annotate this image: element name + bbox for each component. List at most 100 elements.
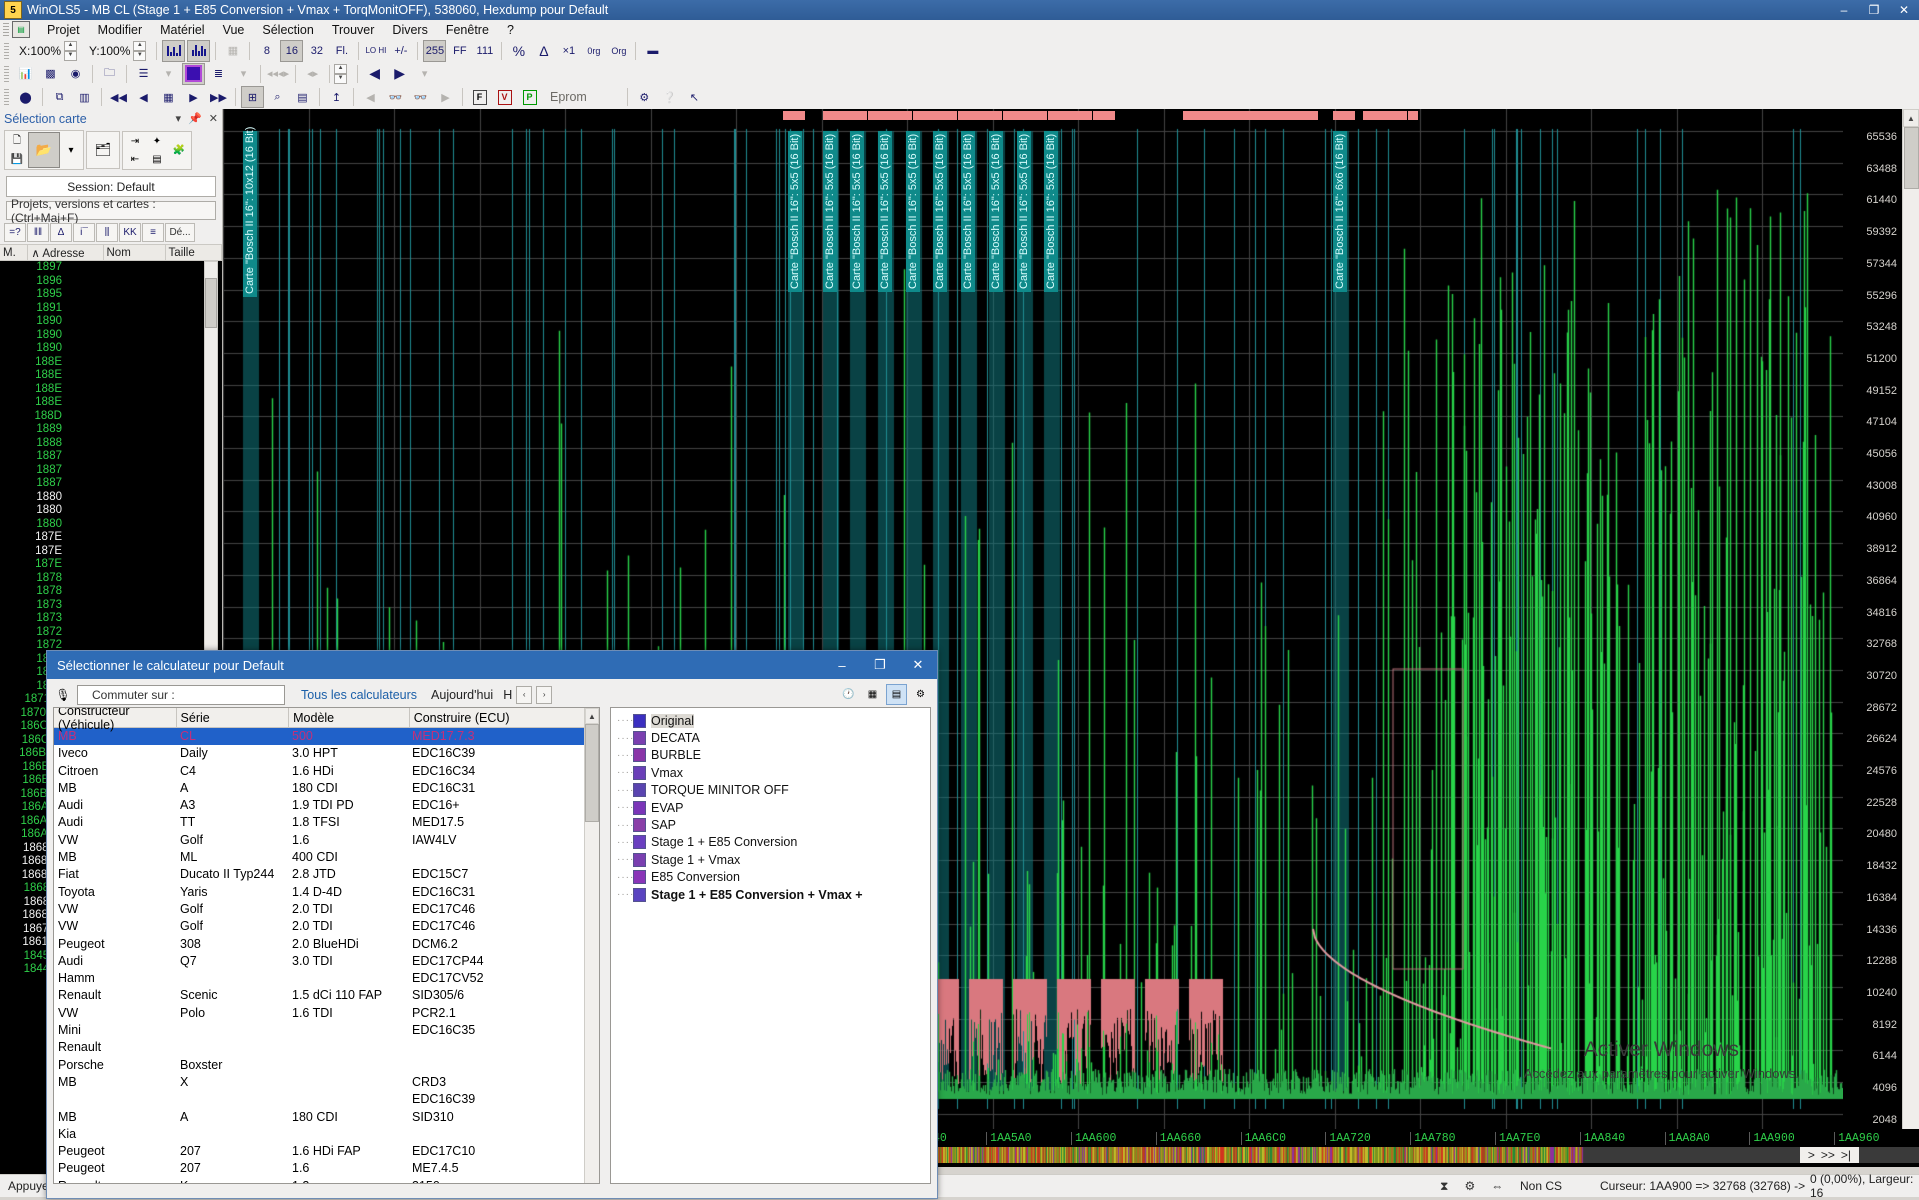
ecu-table-row[interactable]: MB A 180 CDI EDC16C31 xyxy=(54,780,599,797)
nav-next-icon[interactable]: > xyxy=(1808,1148,1815,1162)
map-region-label[interactable]: Carte "Bosch II 16": 5x5 (16 Bit) xyxy=(788,131,802,292)
lohi-button[interactable]: LO HI xyxy=(364,40,387,62)
map-region-label[interactable]: Carte "Bosch II 16": 10x12 (16 Bit) xyxy=(243,131,257,297)
wand-icon[interactable]: ✦ xyxy=(146,133,168,150)
first-record-icon[interactable]: ◀◀ xyxy=(107,86,130,108)
compare-icon[interactable]: ⧉ xyxy=(48,86,71,108)
map-region-label[interactable]: Carte "Bosch II 16": 5x5 (16 Bit) xyxy=(933,131,947,292)
map-list-row[interactable]: 187E xyxy=(0,531,222,545)
map-list-row[interactable]: 1897 xyxy=(0,261,222,275)
filter-more-button[interactable]: Dé... xyxy=(165,223,195,242)
ecu-table-body[interactable]: MB CL 500 MED17.7.3 Iveco Daily 3.0 HPT EDC16C3… xyxy=(54,728,599,1184)
menu-item-modifier[interactable]: Modifier xyxy=(89,21,151,39)
ecu-table-row[interactable]: Kia xyxy=(54,1126,599,1143)
ecu-table-row[interactable]: Peugeot 207 1.6 HDi FAP EDC17C10 xyxy=(54,1143,599,1160)
version-tree-item[interactable]: ···· DECATA xyxy=(617,729,930,746)
map-region-label[interactable]: Carte "Bosch II 16": 5x5 (16 Bit) xyxy=(989,131,1003,292)
ecu-table-row[interactable]: Fiat Ducato II Typ244 2.8 JTD EDC15C7 xyxy=(54,866,599,883)
map-list-row[interactable]: 1888 xyxy=(0,437,222,451)
ecu-table-row[interactable]: Citroen C4 1.6 HDi EDC16C34 xyxy=(54,763,599,780)
next-record-icon[interactable]: ▶ xyxy=(182,86,205,108)
ecu-table-row[interactable]: VW Golf 2.0 TDI EDC17C46 xyxy=(54,918,599,935)
map-list-row[interactable]: 188E xyxy=(0,356,222,370)
waveform-alt-icon[interactable] xyxy=(187,40,210,62)
toolbar-grip[interactable] xyxy=(4,43,9,59)
map-list-row[interactable]: 1890 xyxy=(0,329,222,343)
ecu-table-row[interactable]: VW Golf 2.0 TDI EDC17C46 xyxy=(54,901,599,918)
microphone-icon[interactable]: 🎙 xyxy=(53,685,73,705)
next-button[interactable]: ▶ xyxy=(388,63,411,85)
prev-button[interactable]: ◀ xyxy=(363,63,386,85)
open-dropdown-icon[interactable]: ▾ xyxy=(60,142,82,159)
settings-view-icon[interactable]: ⚙ xyxy=(910,684,931,705)
dialog-minimize-button[interactable]: – xyxy=(823,651,861,679)
menu-item-divers[interactable]: Divers xyxy=(383,21,436,39)
next-page-button[interactable]: › xyxy=(536,686,552,704)
bar-view-icon[interactable]: ▬ xyxy=(641,40,664,62)
menu-item-materiel[interactable]: Matériel xyxy=(151,21,213,39)
dialog-maximize-button[interactable]: ❐ xyxy=(861,651,899,679)
value-255-button[interactable]: 255 xyxy=(423,40,446,62)
filter-lines-icon[interactable]: ≡ xyxy=(142,223,164,242)
ecu-select-dialog[interactable]: Sélectionner le calculateur pour Default… xyxy=(46,650,938,1199)
col-ecu[interactable]: Construire (ECU) xyxy=(410,708,599,727)
map-region-label[interactable]: Carte "Bosch II 16": 5x5 (16 Bit) xyxy=(1044,131,1058,292)
ecu-table-row[interactable]: EDC16C39 xyxy=(54,1091,599,1108)
map-list-row[interactable]: 1895 xyxy=(0,288,222,302)
menu-item-vue[interactable]: Vue xyxy=(214,21,254,39)
help-circle-icon[interactable]: ❔ xyxy=(658,86,681,108)
version-tree-item[interactable]: ···· E85 Conversion xyxy=(617,869,930,886)
map-list-row[interactable]: 188E xyxy=(0,383,222,397)
map-list-row[interactable]: 1891 xyxy=(0,302,222,316)
card-edit-icon[interactable]: ▤ xyxy=(146,151,168,168)
open-version-icon[interactable]: 🗂 xyxy=(88,133,118,167)
map-list-row[interactable]: 1887 xyxy=(0,450,222,464)
version-tree-item[interactable]: ···· Stage 1 + Vmax xyxy=(617,851,930,868)
dropdown-arrow-icon[interactable]: ▾ xyxy=(157,63,180,85)
tag-p-icon[interactable]: P xyxy=(518,86,541,108)
col-serie[interactable]: Série xyxy=(177,708,290,727)
waveform-view-icon[interactable] xyxy=(162,40,185,62)
map-list-row[interactable]: 188E xyxy=(0,369,222,383)
percent-button[interactable]: % xyxy=(507,40,530,62)
y-zoom-stepper[interactable]: ▲ ▼ xyxy=(133,41,146,61)
ecu-table-row[interactable]: Audi Q7 3.0 TDI EDC17CP44 xyxy=(54,953,599,970)
ecu-table-row[interactable]: MB A 180 CDI SID310 xyxy=(54,1109,599,1126)
paper-roll-icon[interactable]: ▤ xyxy=(291,86,314,108)
map-region-label[interactable]: Carte "Bosch II 16": 6x6 (16 Bit) xyxy=(1333,131,1347,292)
outline-list-icon[interactable]: ⊞ xyxy=(241,86,264,108)
map-list-row[interactable]: 1878 xyxy=(0,585,222,599)
col-constructeur[interactable]: Constructeur (Véhicule) xyxy=(54,708,177,727)
col-nom[interactable]: Nom xyxy=(104,245,166,260)
map-list-row[interactable]: 1890 xyxy=(0,315,222,329)
delta-button[interactable]: Δ xyxy=(532,40,555,62)
map-list-row[interactable]: 187E xyxy=(0,558,222,572)
value-stepper[interactable]: ▲ ▼ xyxy=(334,64,347,84)
ecu-table-row[interactable]: VW Polo 1.6 TDI PCR2.1 xyxy=(54,1005,599,1022)
nav-group-left-icon[interactable]: ◂◂◂▸ xyxy=(266,63,290,85)
bits-8-button[interactable]: 8 xyxy=(255,40,278,62)
menu-item-fenetre[interactable]: Fenêtre xyxy=(437,21,498,39)
map-list-row[interactable]: 1896 xyxy=(0,275,222,289)
ecu-table-row[interactable]: VW Golf 1.6 IAW4LV xyxy=(54,832,599,849)
ecu-table-row[interactable]: Peugeot 308 2.0 BlueHDi DCM6.2 xyxy=(54,936,599,953)
split-view-icon[interactable]: ▥ xyxy=(73,86,96,108)
ecu-table-row[interactable]: MB CL 500 MED17.7.3 xyxy=(54,728,599,745)
tag-f-icon[interactable]: F xyxy=(468,86,491,108)
minimize-button[interactable]: – xyxy=(1829,0,1859,20)
nav-fast-forward-icon[interactable]: >> xyxy=(1821,1148,1835,1162)
map-region-label[interactable]: Carte "Bosch II 16": 5x5 (16 Bit) xyxy=(906,131,920,292)
filter-bars-icon[interactable]: ‖‖ xyxy=(27,223,49,242)
map-list-row[interactable]: 187E xyxy=(0,545,222,559)
map-region-label[interactable]: Carte "Bosch II 16": 5x5 (16 Bit) xyxy=(1017,131,1031,292)
value-ff-button[interactable]: FF xyxy=(448,40,471,62)
table-icon[interactable]: ▦ xyxy=(157,86,180,108)
map-list-row[interactable]: 1887 xyxy=(0,464,222,478)
org-button[interactable]: 0rg xyxy=(582,40,605,62)
version-tree-item[interactable]: ···· Stage 1 + E85 Conversion + Vmax + xyxy=(617,886,930,903)
color-swatch-icon[interactable] xyxy=(182,63,205,85)
map-region-label[interactable]: Carte "Bosch II 16": 5x5 (16 Bit) xyxy=(850,131,864,292)
map-list-row[interactable]: 1890 xyxy=(0,342,222,356)
x-zoom-stepper[interactable]: ▲ ▼ xyxy=(64,41,77,61)
ecu-table-row[interactable]: Hamm EDC17CV52 xyxy=(54,970,599,987)
